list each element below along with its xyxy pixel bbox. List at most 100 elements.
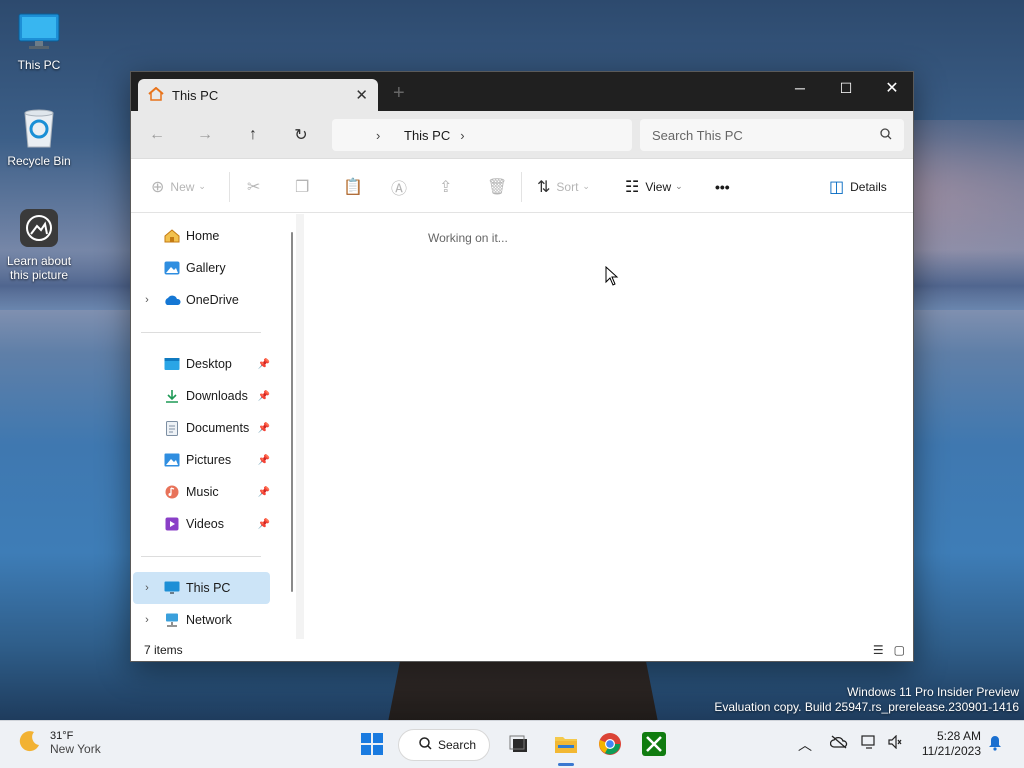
nav-item-desktop[interactable]: Desktop 📌	[133, 348, 270, 380]
pin-icon[interactable]: 📌	[258, 423, 270, 434]
pin-icon[interactable]: 📌	[258, 519, 270, 530]
rename-icon: Ⓐ	[391, 180, 408, 198]
weather-widget[interactable]: 31°F New York	[18, 729, 101, 756]
nav-item-onedrive[interactable]: › OneDrive	[133, 284, 270, 316]
nav-item-music[interactable]: Music 📌	[133, 476, 270, 508]
rename-button[interactable]: Ⓐ	[391, 159, 413, 214]
forward-arrow-icon[interactable]: →	[193, 123, 217, 147]
file-explorer-taskbar-button[interactable]	[552, 730, 580, 758]
more-options-button[interactable]: •••	[715, 159, 730, 214]
camera-info-icon	[17, 206, 61, 250]
recycle-bin-icon	[17, 106, 61, 150]
volume-muted-icon[interactable]	[888, 734, 902, 752]
nav-scrollbar[interactable]	[288, 214, 296, 639]
evaluation-watermark: Windows 11 Pro Insider Preview Evaluatio…	[714, 685, 1019, 714]
desktop-icon-recycle-bin[interactable]: Recycle Bin	[1, 106, 77, 168]
task-view-icon	[509, 735, 527, 752]
tab-label: This PC	[172, 87, 219, 103]
xbox-taskbar-button[interactable]	[640, 730, 668, 758]
tab-this-pc[interactable]: This PC ✕	[138, 79, 378, 111]
system-clock[interactable]: 5:28 AM 11/21/2023	[917, 729, 981, 759]
this-pc-icon	[163, 580, 181, 596]
maximize-button[interactable]: ☐	[823, 72, 869, 104]
navigation-pane: Home Gallery › OneDrive Desktop 📌 Downlo…	[131, 214, 288, 639]
refresh-icon[interactable]: ↻	[289, 123, 313, 147]
sort-button[interactable]: ⇅ Sort ⌄	[537, 159, 590, 214]
pin-icon[interactable]: 📌	[258, 359, 270, 370]
onedrive-offline-icon[interactable]	[829, 735, 848, 752]
minimize-button[interactable]: ─	[777, 72, 823, 104]
pin-icon[interactable]: 📌	[258, 391, 270, 402]
address-box[interactable]: › This PC ›	[332, 119, 632, 151]
nav-item-downloads[interactable]: Downloads 📌	[133, 380, 270, 412]
nav-item-videos[interactable]: Videos 📌	[133, 508, 270, 540]
item-count: 7 items	[144, 643, 183, 657]
chevron-right-icon[interactable]: ›	[137, 614, 157, 626]
delete-button[interactable]: 🗑	[487, 159, 513, 214]
nav-item-home[interactable]: Home	[133, 220, 270, 252]
breadcrumb-chevron-icon[interactable]: ›	[376, 128, 380, 143]
mouse-cursor-icon	[605, 266, 619, 286]
videos-icon	[163, 516, 181, 532]
clock-time: 5:28 AM	[936, 729, 981, 743]
chevron-down-icon: ⌄	[582, 181, 590, 191]
details-button[interactable]: ◫ Details	[829, 159, 887, 214]
copy-icon: ❐	[295, 178, 310, 196]
tiles-view-icon[interactable]: ▢	[894, 643, 905, 657]
new-button[interactable]: ⊕ New ⌄	[151, 159, 206, 214]
toolbar-divider	[521, 172, 522, 202]
cut-button[interactable]: ✂	[247, 159, 266, 214]
notification-bell-icon[interactable]	[988, 735, 1002, 754]
start-button[interactable]	[358, 730, 386, 758]
taskbar-search-button[interactable]: Search	[398, 729, 490, 761]
clock-date: 11/21/2023	[921, 744, 981, 758]
gallery-icon	[163, 260, 181, 276]
file-explorer-window: This PC ✕ + ─ ☐ ✕ ← → ↑ ↻ › This PC › Se…	[130, 71, 914, 662]
nav-item-gallery[interactable]: Gallery	[133, 252, 270, 284]
desktop-folder-icon	[163, 356, 181, 372]
close-window-button[interactable]: ✕	[869, 72, 915, 104]
pin-icon[interactable]: 📌	[258, 455, 270, 466]
chrome-taskbar-button[interactable]	[596, 730, 624, 758]
nav-item-documents[interactable]: Documents 📌	[133, 412, 270, 444]
nav-item-pictures[interactable]: Pictures 📌	[133, 444, 270, 476]
nav-divider	[141, 332, 261, 333]
details-view-icon[interactable]: ☰	[873, 643, 884, 657]
up-arrow-icon[interactable]: ↑	[241, 123, 265, 147]
explorer-body: Home Gallery › OneDrive Desktop 📌 Downlo…	[131, 214, 913, 639]
chevron-right-icon[interactable]: ›	[137, 294, 157, 306]
network-display-icon[interactable]	[861, 735, 877, 752]
weather-location: New York	[50, 741, 101, 756]
desktop-icon-learn-picture[interactable]: Learn about this picture	[1, 206, 77, 282]
new-tab-button[interactable]: +	[393, 82, 405, 105]
close-tab-icon[interactable]: ✕	[355, 86, 368, 104]
network-icon	[163, 612, 181, 628]
plus-circle-icon: ⊕	[151, 178, 165, 196]
sort-icon: ⇅	[537, 178, 551, 196]
chevron-right-icon[interactable]: ›	[137, 582, 157, 594]
task-view-button[interactable]	[506, 730, 534, 758]
breadcrumb-next-chevron-icon[interactable]: ›	[460, 128, 464, 143]
nav-item-this-pc[interactable]: › This PC	[133, 572, 270, 604]
folder-icon	[555, 737, 577, 753]
documents-icon	[163, 420, 181, 436]
desktop-icon-this-pc[interactable]: This PC	[1, 10, 77, 72]
home-icon	[148, 86, 164, 104]
scrollbar-thumb[interactable]	[291, 232, 293, 592]
pin-icon[interactable]: 📌	[258, 487, 270, 498]
breadcrumb-this-pc[interactable]: This PC	[404, 128, 450, 143]
xbox-icon	[642, 732, 666, 756]
chevron-down-icon: ⌄	[198, 181, 206, 191]
search-input[interactable]: Search This PC	[640, 119, 904, 151]
view-button[interactable]: ☷ View ⌄	[625, 159, 683, 214]
show-hidden-icons-chevron[interactable]: ︿	[798, 735, 812, 755]
status-bar: 7 items ☰ ▢	[131, 639, 913, 661]
copy-button[interactable]: ❐	[295, 159, 315, 214]
back-arrow-icon[interactable]: ←	[145, 123, 169, 147]
nav-item-network[interactable]: › Network	[133, 604, 270, 636]
taskbar: 31°F New York Search ︿ 5:28 AM 11/21/202…	[0, 720, 1024, 768]
details-pane-icon: ◫	[829, 178, 845, 196]
scissors-icon: ✂	[247, 178, 261, 196]
share-button[interactable]: ⇪	[439, 159, 458, 214]
paste-button[interactable]: 📋	[343, 159, 369, 214]
